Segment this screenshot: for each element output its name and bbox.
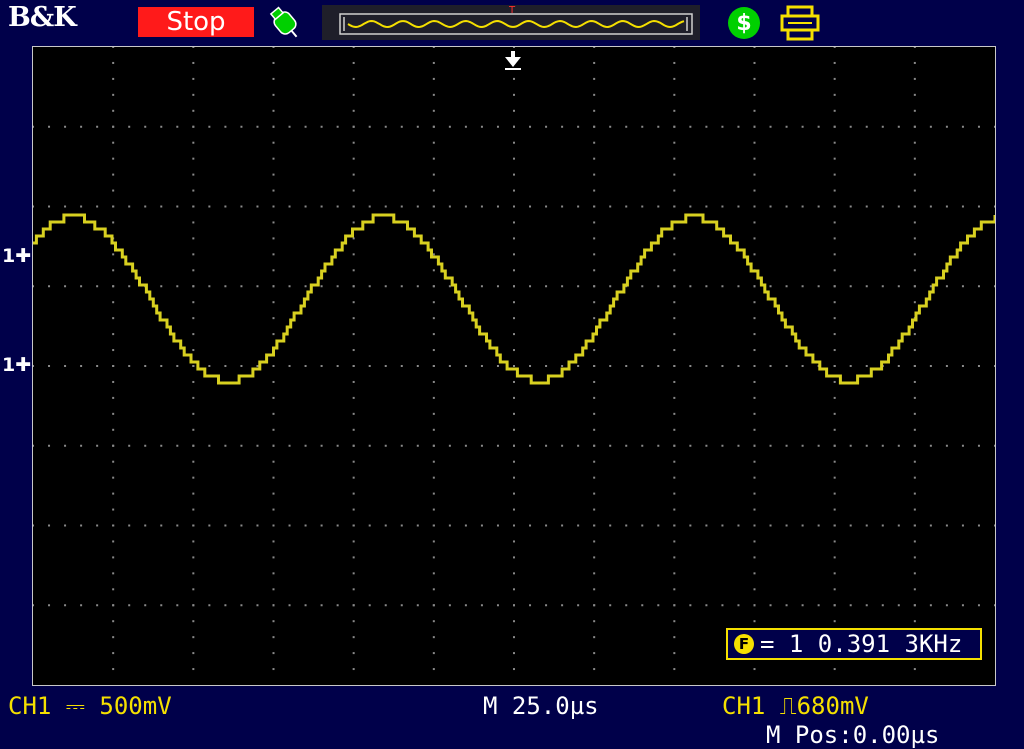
frequency-f-icon: F — [734, 634, 754, 654]
frequency-value: = 1 0.391 3KHz — [760, 630, 963, 658]
graticule — [33, 47, 995, 671]
ch1-trace — [33, 213, 995, 385]
printer-icon[interactable] — [778, 4, 822, 42]
timebase-readout[interactable]: M 25.0µs — [483, 692, 599, 720]
trigger-t-marker: T — [508, 5, 516, 16]
horizontal-position-readout: M Pos:0.00µs — [766, 721, 940, 749]
waveform-display[interactable] — [32, 46, 996, 686]
ch1-trigger-level-marker[interactable]: 1✚ — [2, 245, 31, 267]
ch1-ground-marker[interactable]: 1✚ — [2, 354, 31, 376]
trigger-level-readout[interactable]: CH1 ⎍680mV — [722, 692, 869, 720]
frequency-readout: F = 1 0.391 3KHz — [726, 628, 982, 660]
ch1-volts-per-div[interactable]: CH1 ⎓ 500mV — [8, 692, 172, 720]
trigger-position-arrow-icon — [505, 51, 521, 70]
brand-logo: B&K — [8, 2, 77, 33]
run-stop-indicator[interactable]: Stop — [138, 7, 254, 37]
usb-icon: $ — [728, 7, 760, 39]
svg-text:$: $ — [736, 11, 751, 36]
waveform-overview[interactable]: T — [322, 5, 700, 40]
probe-icon — [269, 6, 298, 38]
